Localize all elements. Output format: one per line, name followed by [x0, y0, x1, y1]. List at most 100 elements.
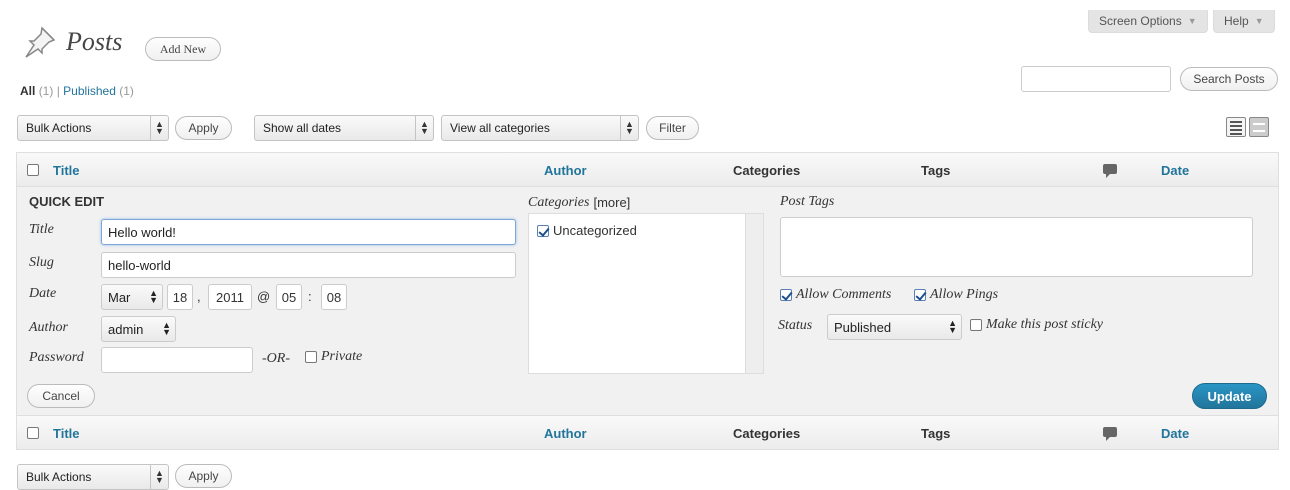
category-checkbox[interactable] — [537, 224, 549, 237]
bulk-actions-value: Bulk Actions — [26, 470, 92, 484]
apply-button[interactable]: Apply — [175, 116, 232, 140]
cancel-button[interactable]: Cancel — [27, 384, 95, 408]
private-label: Private — [321, 349, 363, 364]
comment-bubble-icon — [1103, 427, 1117, 441]
status-select[interactable]: Published ▲ ▼ — [827, 314, 962, 340]
select-arrows-icon: ▲ ▼ — [150, 465, 168, 489]
author-value: admin — [108, 321, 144, 337]
allow-pings-row[interactable]: Allow Pings — [914, 287, 998, 303]
hour-input[interactable]: 05 — [276, 284, 302, 310]
select-arrows-icon: ▲ ▼ — [162, 320, 171, 337]
select-arrows-icon: ▲ ▼ — [948, 318, 957, 335]
category-item-label: Uncategorized — [553, 223, 637, 238]
column-title[interactable]: Title — [53, 426, 80, 441]
allow-pings-checkbox[interactable] — [914, 289, 926, 301]
date-comma: , — [197, 289, 201, 304]
status-value: Published — [834, 319, 892, 335]
category-item[interactable]: Uncategorized — [537, 223, 637, 238]
select-arrows-icon: ▲ ▼ — [150, 116, 168, 140]
year-input[interactable]: 2011 — [208, 284, 252, 310]
date-label: Date — [29, 286, 57, 301]
table-header-bottom: Title Author Categories Tags Date — [16, 415, 1279, 450]
categories-label: Categories — [528, 195, 590, 210]
title-input[interactable]: Hello world! — [101, 219, 516, 245]
column-date[interactable]: Date — [1161, 163, 1189, 178]
table-header-top: Title Author Categories Tags Date — [16, 152, 1279, 187]
status-label: Status — [778, 318, 813, 333]
dropdown-arrow-icon: ▼ — [1254, 16, 1264, 26]
bulk-actions-select[interactable]: Bulk Actions ▲ ▼ — [17, 115, 169, 141]
filter-all-link[interactable]: All — [20, 84, 35, 98]
filter-all-count: (1) — [38, 84, 54, 98]
help-tab[interactable]: Help ▼ — [1213, 10, 1275, 33]
screen-options-label: Screen Options — [1099, 14, 1182, 28]
month-value: Mar — [108, 289, 131, 305]
allow-comments-checkbox[interactable] — [780, 289, 792, 301]
minute-input[interactable]: 08 — [321, 284, 347, 310]
column-title[interactable]: Title — [53, 163, 80, 178]
month-select[interactable]: Mar ▲ ▼ — [101, 284, 163, 310]
column-tags: Tags — [921, 163, 951, 178]
day-input[interactable]: 18 — [167, 284, 193, 310]
password-label: Password — [29, 350, 84, 365]
column-author[interactable]: Author — [544, 426, 587, 441]
categories-select[interactable]: View all categories ▲ ▼ — [441, 115, 639, 141]
filter-button[interactable]: Filter — [646, 116, 699, 140]
column-categories: Categories — [733, 163, 801, 178]
private-checkbox[interactable] — [305, 351, 317, 363]
dropdown-arrow-icon: ▼ — [1187, 16, 1197, 26]
column-date[interactable]: Date — [1161, 426, 1189, 441]
categories-more-link[interactable]: [more] — [593, 195, 630, 211]
select-arrows-icon: ▲ ▼ — [620, 116, 638, 140]
column-tags: Tags — [921, 426, 951, 441]
date-at: @ — [257, 289, 271, 304]
excerpt-view-icon[interactable] — [1249, 117, 1269, 137]
categories-scrollbar[interactable] — [745, 214, 763, 373]
filter-published-link[interactable]: Published — [63, 84, 116, 98]
screen-options-tab[interactable]: Screen Options ▼ — [1088, 10, 1208, 33]
allow-pings-label: Allow Pings — [930, 287, 999, 302]
dates-select[interactable]: Show all dates ▲ ▼ — [254, 115, 434, 141]
select-all-checkbox[interactable] — [27, 427, 39, 439]
select-arrows-icon: ▲ ▼ — [149, 288, 158, 305]
categories-value: View all categories — [450, 121, 550, 135]
allow-comments-row[interactable]: Allow Comments — [780, 287, 891, 303]
sticky-checkbox[interactable] — [970, 319, 982, 331]
or-label: -OR- — [262, 351, 290, 366]
search-posts-button[interactable]: Search Posts — [1180, 67, 1278, 91]
author-label: Author — [29, 320, 68, 335]
dates-value: Show all dates — [263, 121, 342, 135]
select-arrows-icon: ▲ ▼ — [415, 116, 433, 140]
password-input[interactable] — [101, 347, 253, 373]
column-categories: Categories — [733, 426, 801, 441]
post-tags-label: Post Tags — [780, 194, 835, 209]
categories-heading: Categories [more] — [528, 195, 630, 211]
time-colon: : — [308, 289, 312, 304]
bulk-actions-select-bottom[interactable]: Bulk Actions ▲ ▼ — [17, 464, 169, 490]
search-input[interactable] — [1021, 66, 1171, 92]
page-title: Posts — [66, 27, 123, 56]
title-label: Title — [29, 222, 54, 237]
apply-button-bottom[interactable]: Apply — [175, 464, 232, 488]
private-checkbox-row[interactable]: Private — [305, 349, 362, 365]
author-select[interactable]: admin ▲ ▼ — [101, 316, 176, 342]
add-new-button[interactable]: Add New — [145, 37, 221, 61]
post-status-filter: All (1) | Published (1) — [20, 84, 134, 98]
bulk-actions-value: Bulk Actions — [26, 121, 92, 135]
column-author[interactable]: Author — [544, 163, 587, 178]
quick-edit-heading: QUICK EDIT — [29, 194, 105, 209]
allow-comments-label: Allow Comments — [796, 287, 892, 302]
comment-bubble-icon — [1103, 164, 1117, 178]
sticky-label: Make this post sticky — [986, 317, 1104, 332]
update-button[interactable]: Update — [1192, 383, 1267, 409]
help-tab-label: Help — [1224, 14, 1249, 28]
slug-label: Slug — [29, 255, 54, 270]
categories-checklist[interactable]: Uncategorized — [528, 213, 764, 374]
list-view-icon[interactable] — [1226, 117, 1246, 137]
post-tags-textarea[interactable] — [780, 217, 1253, 277]
select-all-checkbox[interactable] — [27, 164, 39, 176]
slug-input[interactable]: hello-world — [101, 252, 516, 278]
filter-separator: | — [56, 84, 60, 98]
sticky-row[interactable]: Make this post sticky — [970, 317, 1103, 333]
pushpin-icon — [25, 26, 56, 58]
